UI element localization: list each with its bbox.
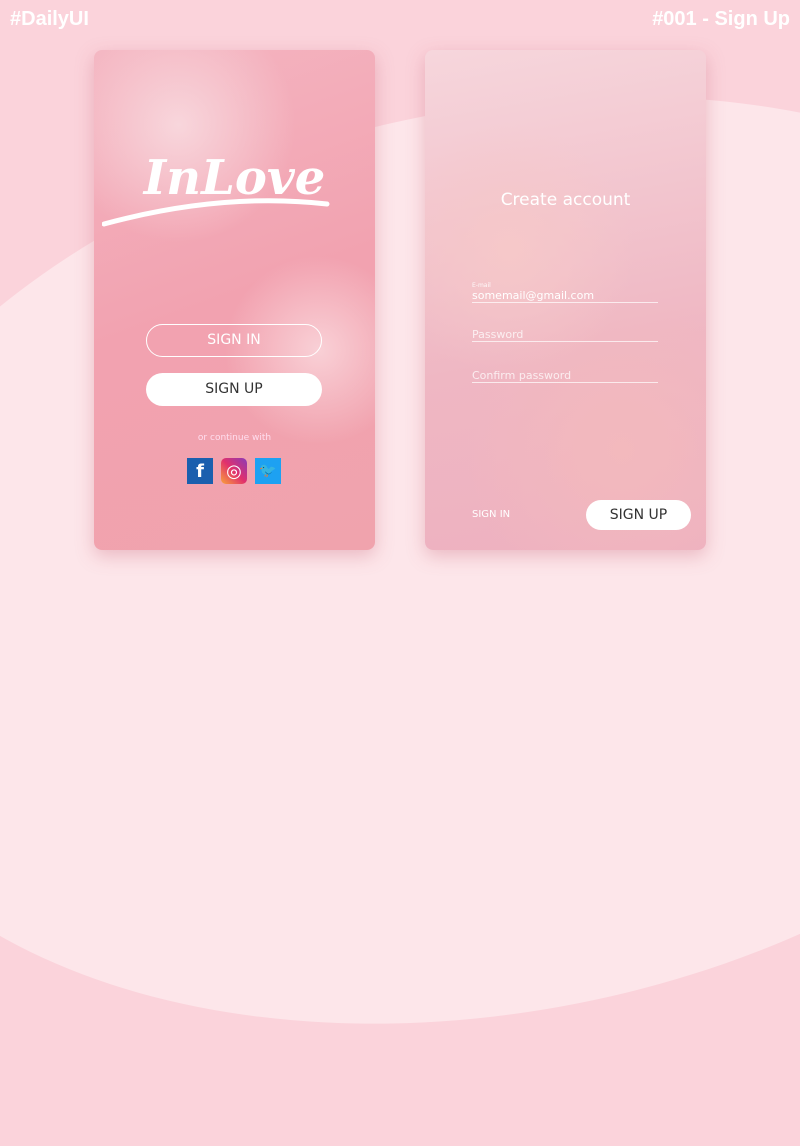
continue-text: or continue with (197, 433, 272, 443)
password-placeholder: Password (472, 328, 524, 341)
password-field[interactable]: Password (472, 328, 658, 342)
sign-in-button[interactable]: SIGN IN (146, 324, 322, 357)
daily-ui-tag: #DailyUI (10, 8, 89, 30)
confirm-password-placeholder: Confirm password (472, 369, 572, 382)
sign-in-link[interactable]: SIGN IN (472, 509, 510, 520)
twitter-icon[interactable]: 🐦 (255, 458, 281, 484)
create-account-screen: Create account E-mail somemail@gmail.com… (425, 50, 706, 550)
welcome-screen: InLove SIGN IN SIGN UP or continue with … (94, 50, 375, 550)
email-label: E-mail (472, 282, 491, 289)
page-title: Create account (500, 190, 631, 210)
sign-up-submit-button[interactable]: SIGN UP (586, 500, 691, 530)
logo-swoosh-icon (102, 198, 330, 227)
confirm-password-field[interactable]: Confirm password (472, 369, 658, 383)
shot-title: #001 - Sign Up (652, 8, 790, 30)
sign-up-button[interactable]: SIGN UP (146, 373, 322, 406)
facebook-icon[interactable]: f (187, 458, 213, 484)
email-value: somemail@gmail.com (472, 289, 595, 302)
instagram-icon[interactable]: ◎ (221, 458, 247, 484)
email-field[interactable]: E-mail somemail@gmail.com (472, 282, 658, 303)
